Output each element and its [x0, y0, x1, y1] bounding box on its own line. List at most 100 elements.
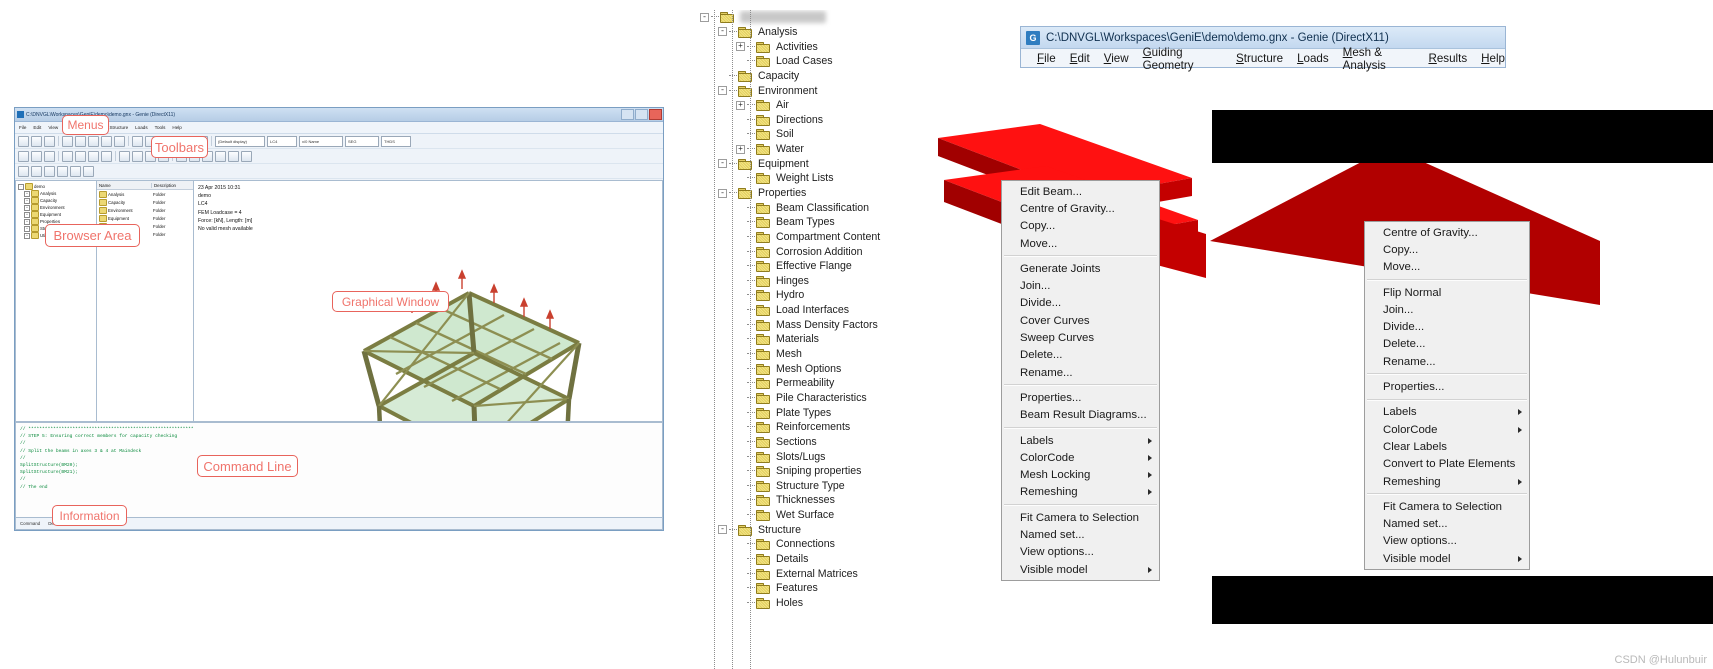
- guideline-icon[interactable]: [18, 165, 29, 177]
- tree-item-connections[interactable]: Connections: [700, 537, 1000, 552]
- left-menu-help[interactable]: Help: [172, 125, 181, 130]
- beam-menu-item-labels[interactable]: Labels: [1002, 432, 1159, 449]
- tree-item-external-matrices[interactable]: External Matrices: [700, 566, 1000, 581]
- column-header-name[interactable]: Name: [97, 182, 152, 188]
- load-case-combo[interactable]: LC4: [267, 135, 297, 147]
- expand-expander-icon[interactable]: +: [736, 42, 745, 52]
- tree-item-reinforcements[interactable]: Reinforcements: [700, 420, 1000, 435]
- left-menu-bar[interactable]: File Edit View Guiding Geometry Structur…: [15, 122, 663, 134]
- beam-menu-item-fit-camera-to-selection[interactable]: Fit Camera to Selection: [1002, 509, 1159, 526]
- tree-item-load-interfaces[interactable]: Load Interfaces: [700, 303, 1000, 318]
- plate-tool-icon[interactable]: [75, 150, 86, 162]
- menu-guiding-geometry[interactable]: Guiding Geometry: [1143, 46, 1222, 72]
- curve-tool-icon[interactable]: [44, 150, 55, 162]
- left-tree-item-capacity[interactable]: + Capacity: [17, 197, 95, 204]
- expander-icon[interactable]: +: [24, 190, 30, 197]
- menu-loads[interactable]: Loads: [1297, 52, 1329, 65]
- tree-item-sniping-properties[interactable]: Sniping properties: [700, 464, 1000, 479]
- collapse-expander-icon[interactable]: -: [718, 159, 727, 169]
- expander-icon[interactable]: +: [24, 197, 30, 204]
- tree-item-analysis[interactable]: - Analysis: [700, 25, 1000, 40]
- left-menu-view[interactable]: View: [48, 125, 58, 130]
- tree-item-air[interactable]: + Air: [700, 98, 1000, 113]
- tree-item-details[interactable]: Details: [700, 552, 1000, 567]
- left-tree-item-equipment[interactable]: + Equipment: [17, 211, 95, 218]
- shell-tool-icon[interactable]: [88, 150, 99, 162]
- beam-menu-item-delete[interactable]: Delete...: [1002, 347, 1159, 364]
- plate-menu-item-colorcode[interactable]: ColorCode: [1365, 421, 1529, 438]
- left-tree-item-analysis[interactable]: + Analysis: [17, 190, 95, 197]
- beam-menu-item-view-options[interactable]: View options...: [1002, 544, 1159, 561]
- plate-menu-item-convert-to-plate-elements[interactable]: Convert to Plate Elements: [1365, 456, 1529, 473]
- tree-item-holes[interactable]: Holes: [700, 596, 1000, 611]
- name-combo[interactable]: x/0 Name: [299, 135, 343, 147]
- grid-icon[interactable]: [70, 165, 81, 177]
- menu-help[interactable]: Help: [1481, 52, 1505, 65]
- menu-results[interactable]: Results: [1428, 52, 1467, 65]
- plate-menu-item-view-options[interactable]: View options...: [1365, 533, 1529, 550]
- tree-item-load-cases[interactable]: Load Cases: [700, 54, 1000, 69]
- expander-icon[interactable]: +: [24, 218, 30, 225]
- view-front-icon[interactable]: [132, 135, 143, 147]
- collapse-expander-icon[interactable]: -: [718, 188, 727, 198]
- left-menu-tools[interactable]: Tools: [155, 125, 166, 130]
- tree-item-environment[interactable]: - Environment: [700, 83, 1000, 98]
- collapse-expander-icon[interactable]: -: [700, 12, 709, 22]
- plate-menu-item-centre-of-gravity[interactable]: Centre of Gravity...: [1365, 224, 1529, 241]
- plate-menu-item-divide[interactable]: Divide...: [1365, 318, 1529, 335]
- guideplane-icon[interactable]: [31, 165, 42, 177]
- beam-menu-item-generate-joints[interactable]: Generate Joints: [1002, 260, 1159, 277]
- beam-context-menu[interactable]: Edit Beam... Centre of Gravity... Copy... M…: [1001, 180, 1160, 582]
- collapse-expander-icon[interactable]: -: [718, 86, 727, 96]
- redo-icon[interactable]: [75, 135, 86, 147]
- beam-menu-item-properties[interactable]: Properties...: [1002, 389, 1159, 406]
- tree-item-mesh-options[interactable]: Mesh Options: [700, 361, 1000, 376]
- maximize-button[interactable]: [635, 109, 648, 120]
- right-menu-bar[interactable]: File Edit View Guiding Geometry Structur…: [1021, 46, 1505, 72]
- menu-file[interactable]: File: [1037, 52, 1056, 65]
- plate-menu-item-copy[interactable]: Copy...: [1365, 241, 1529, 258]
- beam-menu-item-rename[interactable]: Rename...: [1002, 364, 1159, 381]
- beam-menu-item-centre-of-gravity[interactable]: Centre of Gravity...: [1002, 200, 1159, 217]
- plate-menu-item-remeshing[interactable]: Remeshing: [1365, 473, 1529, 490]
- point-tool-icon[interactable]: [18, 150, 29, 162]
- undo-icon[interactable]: [62, 135, 73, 147]
- seg-combo[interactable]: SEG: [345, 135, 379, 147]
- beam-menu-item-divide[interactable]: Divide...: [1002, 295, 1159, 312]
- open-file-icon[interactable]: [31, 135, 42, 147]
- left-toolbar-row-1[interactable]: (Default display) LC4 x/0 Name SEG THDS: [15, 134, 663, 149]
- plate-menu-item-visible-model[interactable]: Visible model: [1365, 550, 1529, 567]
- rotate-icon[interactable]: [114, 135, 125, 147]
- left-toolbar-row-3[interactable]: [15, 164, 663, 179]
- expander-icon[interactable]: -: [18, 183, 24, 190]
- beam-menu-item-copy[interactable]: Copy...: [1002, 218, 1159, 235]
- plate-menu-item-properties[interactable]: Properties...: [1365, 378, 1529, 395]
- thds-combo[interactable]: THDS: [381, 135, 411, 147]
- left-toolbar-row-2[interactable]: [15, 149, 663, 164]
- guidecircle-icon[interactable]: [44, 165, 55, 177]
- tree-item-capacity[interactable]: Capacity: [700, 69, 1000, 84]
- left-menu-edit[interactable]: Edit: [33, 125, 41, 130]
- tree-item-permeability[interactable]: Permeability: [700, 376, 1000, 391]
- expander-icon[interactable]: +: [24, 204, 30, 211]
- beam-menu-item-cover-curves[interactable]: Cover Curves: [1002, 312, 1159, 329]
- zoom-icon[interactable]: [88, 135, 99, 147]
- line-tool-icon[interactable]: [31, 150, 42, 162]
- tree-item-genie-activity-26[interactable]: - GeniE Activity 26: [700, 10, 1000, 25]
- tree-item-features[interactable]: Features: [700, 581, 1000, 596]
- status-tab-command[interactable]: Command: [20, 521, 40, 526]
- tree-item-slots-lugs[interactable]: Slots/Lugs: [700, 449, 1000, 464]
- section-tool-icon[interactable]: [228, 150, 239, 162]
- collapse-expander-icon[interactable]: -: [718, 27, 727, 37]
- left-command-line-panel[interactable]: // *************************************…: [15, 422, 663, 518]
- pan-icon[interactable]: [101, 135, 112, 147]
- left-menu-loads[interactable]: Loads: [135, 125, 148, 130]
- tree-item-thicknesses[interactable]: Thicknesses: [700, 493, 1000, 508]
- expander-icon[interactable]: +: [24, 225, 30, 232]
- expand-expander-icon[interactable]: +: [736, 144, 745, 154]
- model-browser-tree[interactable]: - GeniE Activity 26 - Analysis + Activities Lo…: [700, 10, 1000, 669]
- tree-item-activities[interactable]: + Activities: [700, 39, 1000, 54]
- list-item[interactable]: Equipment Folder: [97, 214, 193, 222]
- left-tree-root[interactable]: - demo: [17, 183, 95, 190]
- left-tree-item-environment[interactable]: + Environment: [17, 204, 95, 211]
